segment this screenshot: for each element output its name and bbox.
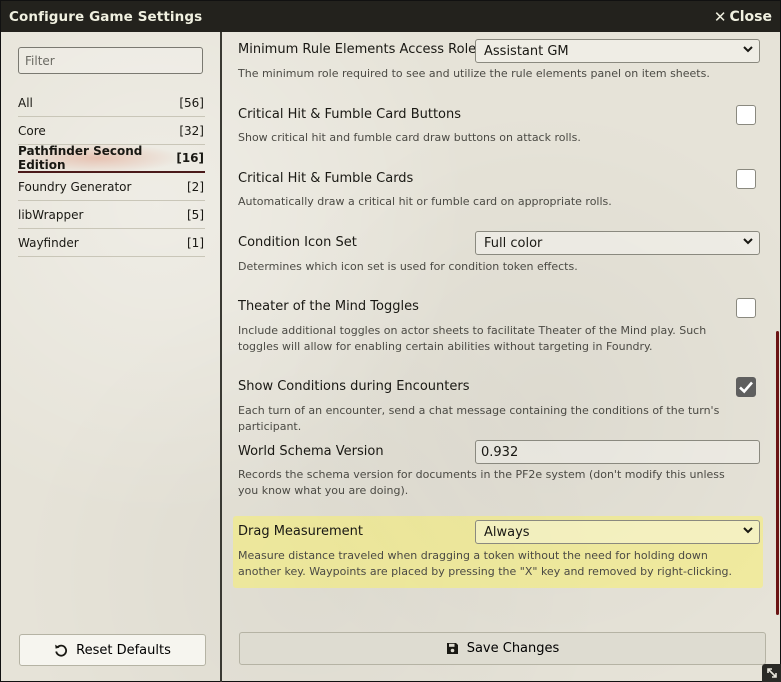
category-foundry-generator[interactable]: Foundry Generator [2] [18,173,205,201]
pane-divider [220,32,222,682]
category-all[interactable]: All [56] [18,89,205,117]
category-count: [5] [187,207,204,222]
setting-hint: Show critical hit and fumble card draw b… [238,131,581,144]
chevron-down-icon [743,527,753,534]
category-wayfinder[interactable]: Wayfinder [1] [18,229,205,257]
setting-label: Show Conditions during Encounters [238,379,470,394]
close-button[interactable]: ✕ Close [714,8,772,26]
condition-icon-set-select[interactable]: Full color [475,231,760,255]
select-value: Assistant GM [484,43,569,59]
show-conditions-checkbox[interactable] [736,377,756,397]
category-label: Pathfinder Second Edition [18,144,177,172]
category-count: [56] [179,95,204,110]
setting-hint: Determines which icon set is used for co… [238,260,578,273]
resize-handle[interactable] [762,664,781,682]
category-label: libWrapper [18,207,84,222]
undo-icon [55,644,68,657]
category-count: [1] [187,235,204,250]
settings-scrollbar[interactable] [776,331,779,615]
setting-hint: Measure distance traveled when dragging … [238,549,733,578]
category-list: All [56] Core [32] Pathfinder Second Edi… [18,89,205,257]
setting-label: Theater of the Mind Toggles [238,299,419,314]
category-label: Core [18,123,46,138]
category-label: Wayfinder [18,235,79,250]
rule-elements-role-select[interactable]: Assistant GM [475,39,760,63]
category-count: [16] [176,151,204,165]
category-libwrapper[interactable]: libWrapper [5] [18,201,205,229]
checkmark-icon [739,381,753,394]
chevron-down-icon [743,238,753,245]
crit-fumble-buttons-checkbox[interactable] [736,105,756,125]
category-label: All [18,95,33,110]
resize-icon [766,668,777,678]
theater-of-mind-checkbox[interactable] [736,298,756,318]
select-value: Full color [484,235,543,251]
setting-label: Minimum Rule Elements Access Role [238,42,477,57]
setting-hint: The minimum role required to see and uti… [238,67,710,80]
drag-measurement-select[interactable]: Always [475,520,760,544]
settings-window: Configure Game Settings ✕ Close All [56]… [0,0,781,682]
close-icon: ✕ [713,7,727,26]
save-icon [446,643,458,654]
setting-hint: Automatically draw a critical hit or fum… [238,195,612,208]
category-core[interactable]: Core [32] [18,117,205,145]
select-value: Always [484,524,530,540]
reset-defaults-button[interactable]: Reset Defaults [19,634,206,666]
setting-label: Drag Measurement [238,524,363,539]
settings-pane: Minimum Rule Elements Access Role Assist… [238,32,766,622]
input-value: 0.932 [481,444,519,460]
category-count: [2] [187,179,204,194]
save-changes-button[interactable]: Save Changes [239,632,766,665]
category-pathfinder-second-edition[interactable]: Pathfinder Second Edition [16] [18,144,205,173]
save-label: Save Changes [466,641,560,656]
window-titlebar[interactable]: Configure Game Settings ✕ Close [1,1,780,32]
chevron-down-icon [743,46,753,53]
category-sidebar: All [56] Core [32] Pathfinder Second Edi… [18,47,205,257]
setting-hint: Each turn of an encounter, send a chat m… [238,404,720,433]
reset-label: Reset Defaults [76,642,171,658]
category-label: Foundry Generator [18,179,132,194]
category-count: [32] [179,123,204,138]
setting-hint: Records the schema version for documents… [238,468,725,497]
close-label: Close [729,8,772,25]
filter-input[interactable] [18,47,203,74]
setting-hint: Include additional toggles on actor shee… [238,324,707,353]
window-title: Configure Game Settings [9,8,203,25]
crit-fumble-cards-checkbox[interactable] [736,169,756,189]
setting-label: Critical Hit & Fumble Card Buttons [238,107,462,122]
setting-label: Critical Hit & Fumble Cards [238,171,414,186]
world-schema-version-input[interactable]: 0.932 [475,440,760,464]
setting-label: World Schema Version [238,444,384,459]
setting-label: Condition Icon Set [238,235,357,250]
